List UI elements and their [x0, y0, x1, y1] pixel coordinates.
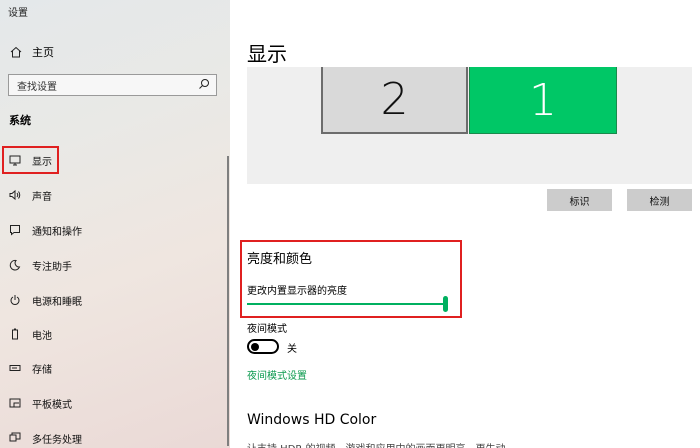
- sidebar-item-label: 通知和操作: [32, 226, 82, 238]
- tablet-icon: [8, 396, 22, 410]
- sidebar-item-multitasking[interactable]: 多任务处理: [8, 427, 82, 448]
- monitor-number: 2: [380, 74, 409, 125]
- search-icon[interactable]: [198, 78, 210, 93]
- power-icon: [8, 293, 22, 307]
- monitor-number: 1: [529, 74, 557, 126]
- sidebar-item-label: 专注助手: [32, 261, 72, 273]
- sidebar-item-label: 声音: [32, 191, 52, 203]
- sidebar-item-tablet[interactable]: 平板模式: [8, 392, 72, 414]
- detect-button[interactable]: 检测: [627, 189, 692, 211]
- sidebar-item-label: 存储: [32, 364, 52, 376]
- brightness-slider[interactable]: [247, 303, 447, 305]
- window-title: 设置: [8, 8, 28, 19]
- night-light-label: 夜间模式: [247, 324, 287, 335]
- night-light-state: 关: [287, 344, 297, 355]
- sidebar-item-notifications[interactable]: 通知和操作: [8, 219, 82, 241]
- home-icon: [8, 46, 24, 58]
- search-input[interactable]: 查找设置: [8, 74, 217, 96]
- sidebar-item-label: 多任务处理: [32, 434, 82, 446]
- home-nav[interactable]: 主页: [8, 44, 54, 60]
- sidebar-item-label: 电源和睡眠: [32, 296, 82, 308]
- night-light-toggle[interactable]: [247, 339, 279, 354]
- speaker-icon: [8, 188, 22, 202]
- monitor-2[interactable]: 2: [321, 67, 468, 134]
- night-light-settings-link[interactable]: 夜间模式设置: [247, 367, 307, 382]
- toggle-knob: [251, 342, 259, 351]
- page-title: 显示: [247, 42, 287, 66]
- sidebar-item-battery[interactable]: 电池: [8, 323, 52, 345]
- hd-color-description: 让支持 HDR 的视频、游戏和应用中的画面更明亮、更生动。: [247, 440, 516, 448]
- battery-icon: [8, 327, 22, 341]
- display-arrangement: 2 1: [247, 67, 692, 184]
- main-pane: 显示 2 1 标识 检测 亮度和颜色 更改内置显示器的亮度 夜间模式 关 夜间模…: [230, 0, 700, 448]
- sidebar-item-storage[interactable]: 存储: [8, 357, 52, 379]
- sidebar-item-label: 显示: [32, 156, 52, 168]
- brightness-section-title: 亮度和颜色: [247, 252, 313, 267]
- notification-icon: [8, 223, 22, 237]
- hd-color-title: Windows HD Color: [247, 412, 377, 428]
- search-placeholder: 查找设置: [17, 81, 57, 93]
- sidebar-item-power[interactable]: 电源和睡眠: [8, 289, 82, 311]
- sidebar-item-display[interactable]: 显示: [2, 146, 59, 174]
- sidebar-scrollbar[interactable]: [227, 156, 229, 446]
- identify-button[interactable]: 标识: [547, 189, 612, 211]
- sidebar-item-label: 电池: [32, 330, 52, 342]
- monitor-1[interactable]: 1: [469, 67, 617, 134]
- brightness-label: 更改内置显示器的亮度: [247, 286, 347, 297]
- sidebar-item-focus[interactable]: 专注助手: [8, 254, 72, 276]
- home-label: 主页: [32, 46, 54, 59]
- monitor-icon: [8, 153, 22, 167]
- sidebar-item-label: 平板模式: [32, 399, 72, 411]
- brightness-slider-thumb[interactable]: [443, 296, 448, 312]
- section-label: 系统: [9, 114, 31, 127]
- multitask-icon: [8, 431, 22, 445]
- moon-icon: [8, 258, 22, 272]
- storage-icon: [8, 361, 22, 375]
- sidebar-item-sound[interactable]: 声音: [8, 184, 52, 206]
- sidebar: 设置 主页 查找设置 系统 显示 声音 通知和操作 专注助手 电源和睡眠 电池 …: [0, 0, 230, 448]
